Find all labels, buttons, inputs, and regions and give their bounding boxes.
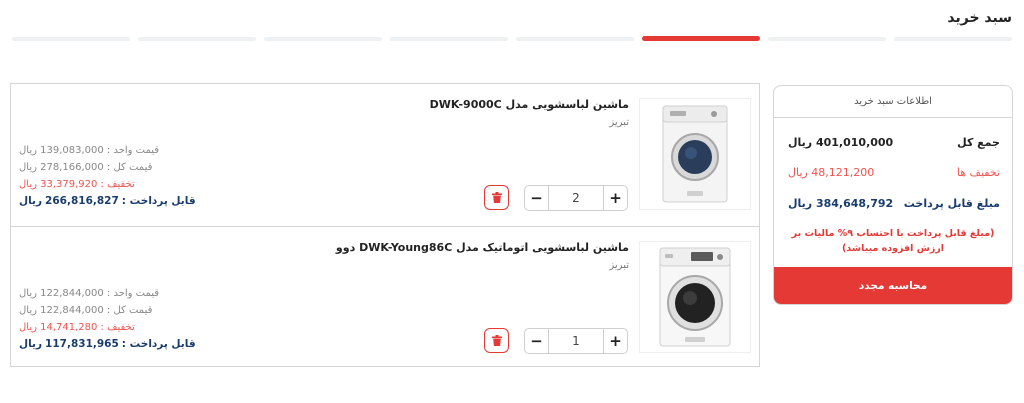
total-price: قیمت کل : 278,166,000 ریال bbox=[19, 162, 153, 173]
summary-discount-label: تخفیف ها bbox=[956, 166, 1000, 179]
payable-label: قابل پرداخت : bbox=[121, 195, 196, 207]
progress-step bbox=[894, 36, 1012, 41]
quantity-stepper: − 2 + bbox=[524, 185, 628, 211]
summary-total-label: جمع کل bbox=[957, 136, 1000, 149]
product-seller: تبریز bbox=[609, 260, 629, 271]
washing-machine-front-icon bbox=[662, 105, 728, 203]
progress-step bbox=[264, 36, 382, 41]
payable-amount: قابل پرداخت : 117,831,965 ریال bbox=[19, 336, 209, 353]
product-image[interactable] bbox=[639, 98, 751, 210]
summary-total-row: جمع کل 401,010,000 ریال bbox=[788, 136, 1000, 149]
unit-price: قیمت واحد : 139,083,000 ریال bbox=[19, 145, 160, 156]
unit-price: قیمت واحد : 122,844,000 ریال bbox=[19, 288, 160, 299]
discount-amount: تخفیف : 33,379,920 ریال bbox=[19, 179, 135, 190]
washing-machine-front-icon bbox=[659, 247, 731, 347]
payable-amount: قابل پرداخت : 266,816,827 ریال bbox=[19, 193, 209, 210]
quantity-value[interactable]: 2 bbox=[549, 191, 603, 205]
summary-discount-row: تخفیف ها 48,121,200 ریال bbox=[788, 166, 1000, 179]
total-price: قیمت کل : 122,844,000 ریال bbox=[19, 305, 153, 316]
delete-item-button[interactable] bbox=[484, 185, 509, 210]
payable-unit: ریال bbox=[19, 195, 43, 207]
decrease-quantity-button[interactable]: − bbox=[525, 186, 549, 210]
payable-label: قابل پرداخت : bbox=[121, 338, 196, 350]
product-seller: تبریز bbox=[609, 117, 629, 128]
product-name[interactable]: ماشین لباسشویی مدل DWK-9000C bbox=[430, 98, 629, 111]
decrease-quantity-button[interactable]: − bbox=[525, 329, 549, 353]
summary-discount-value: 48,121,200 ریال bbox=[788, 166, 875, 179]
delete-item-button[interactable] bbox=[484, 328, 509, 353]
increase-quantity-button[interactable]: + bbox=[603, 329, 627, 353]
cart-item: ماشین لباسشویی مدل DWK-9000C تبریز − 2 +… bbox=[11, 84, 759, 226]
quantity-value[interactable]: 1 bbox=[549, 334, 603, 348]
progress-step bbox=[516, 36, 634, 41]
progress-step bbox=[768, 36, 886, 41]
discount-amount: تخفیف : 14,741,280 ریال bbox=[19, 322, 135, 333]
summary-payable-value: 384,648,792 ریال bbox=[788, 197, 894, 210]
recalculate-button[interactable]: محاسبه مجدد bbox=[774, 267, 1012, 304]
price-block: قیمت واحد : 139,083,000 ریال قیمت کل : 2… bbox=[19, 142, 209, 210]
cart-summary-panel: اطلاعات سبد خرید جمع کل 401,010,000 ریال… bbox=[773, 85, 1013, 305]
payable-unit: ریال bbox=[19, 338, 43, 350]
progress-step bbox=[390, 36, 508, 41]
quantity-stepper: − 1 + bbox=[524, 328, 628, 354]
product-name[interactable]: ماشین لباسشویی اتوماتیک مدل DWK-Young86C… bbox=[336, 241, 629, 254]
summary-payable-row: مبلغ قابل پرداخت 384,648,792 ریال bbox=[788, 197, 1000, 210]
trash-icon bbox=[491, 192, 502, 203]
progress-step bbox=[138, 36, 256, 41]
progress-step-active bbox=[642, 36, 760, 41]
cart-item: ماشین لباسشویی اتوماتیک مدل DWK-Young86C… bbox=[11, 226, 759, 368]
page-title: سبد خرید bbox=[947, 10, 1012, 26]
summary-total-value: 401,010,000 ریال bbox=[788, 136, 894, 149]
payable-value: 117,831,965 bbox=[45, 338, 119, 350]
summary-payable-label: مبلغ قابل پرداخت bbox=[903, 197, 1000, 210]
checkout-progress-steps bbox=[12, 36, 1012, 41]
product-image[interactable] bbox=[639, 241, 751, 353]
payable-value: 266,816,827 bbox=[45, 195, 119, 207]
price-block: قیمت واحد : 122,844,000 ریال قیمت کل : 1… bbox=[19, 285, 209, 353]
cart-items-list: ماشین لباسشویی مدل DWK-9000C تبریز − 2 +… bbox=[10, 83, 760, 367]
progress-step bbox=[12, 36, 130, 41]
trash-icon bbox=[491, 335, 502, 346]
increase-quantity-button[interactable]: + bbox=[603, 186, 627, 210]
tax-note: (مبلغ قابل پرداخت با احتساب ۹% مالیات بر… bbox=[791, 228, 995, 254]
summary-header: اطلاعات سبد خرید bbox=[774, 86, 1012, 118]
